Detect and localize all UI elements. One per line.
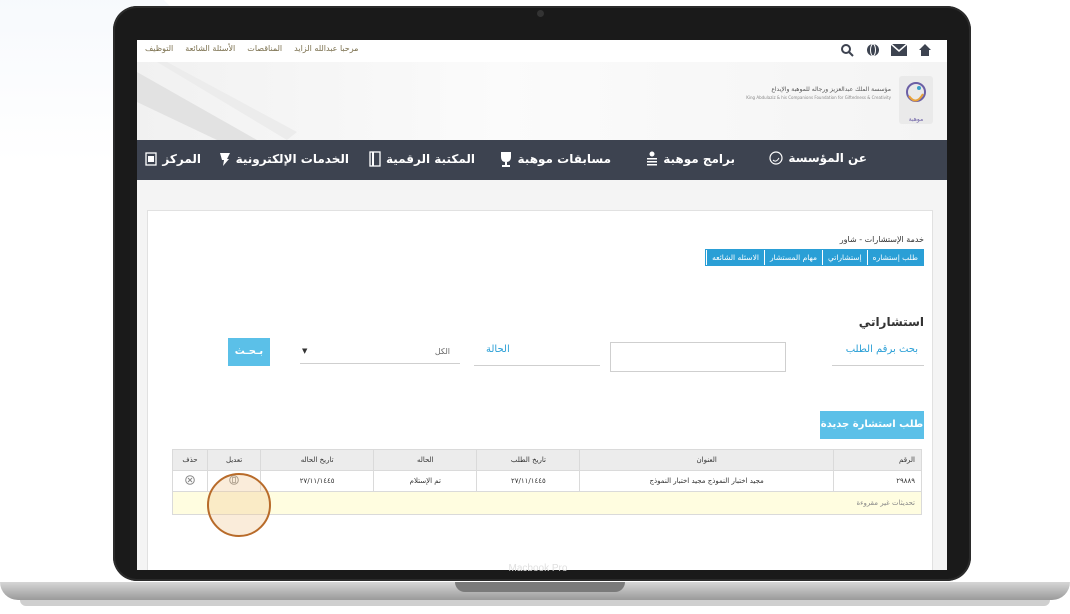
table-row: ٢٧/١١/١٤٤٥ تم الإستلام ٢٧/١١/١٤٤٥ مجيد ا… [171, 470, 923, 492]
jobs-link[interactable]: التوظيف [145, 44, 173, 53]
trophy-icon [500, 152, 511, 167]
org-name-en: King Abdulaziz & his Companions Foundati… [746, 95, 891, 100]
status-label: الحالة [486, 344, 510, 355]
search-button[interactable]: بـحـث [228, 338, 270, 366]
col-request-date: تاريخ الطلب [476, 449, 581, 471]
request-number-label: بحث برقم الطلب [845, 344, 918, 355]
service-tabs: طلب إستشاره إستشاراتي مهام المستشار الاس… [705, 249, 924, 266]
nav-item-label: المكتبة الرقمية [385, 152, 475, 166]
col-edit: تعديل [207, 449, 262, 471]
consultations-table: حذف تعديل تاريخ الحاله الحاله تاريخ الطل… [171, 449, 923, 515]
nav-item-label: برامج موهبة [663, 152, 735, 166]
table-header-row: حذف تعديل تاريخ الحاله الحاله تاريخ الطل… [171, 449, 923, 471]
status-cell: تم الإستلام [373, 470, 478, 492]
nav-item-center[interactable]: المركز [145, 151, 201, 167]
top-utility-bar: مرحبا عبدالله الزايد المناقصات الأسئلة ا… [137, 40, 947, 62]
org-name: مؤسسة الملك عبدالعزيز ورجاله للموهبة وال… [746, 86, 891, 100]
click-highlight-ring [207, 473, 271, 537]
nav-item-label: المركز [162, 152, 201, 166]
header-decoration [137, 62, 297, 140]
laptop-base [0, 570, 1070, 614]
request-number-input[interactable] [610, 342, 786, 372]
faq-link[interactable]: الأسئلة الشائعة [185, 44, 235, 53]
center-icon [145, 152, 158, 166]
foundation-icon [769, 151, 783, 165]
laptop-shadow [20, 600, 1050, 606]
programs-icon [647, 151, 658, 166]
nav-item-eservices[interactable]: الخدمات الإلكترونية [219, 151, 349, 167]
col-number: الرقم [832, 449, 923, 471]
col-title: العنوان [579, 449, 834, 471]
tab-consultant-tasks[interactable]: مهام المستشار [763, 250, 822, 265]
number-cell: ٢٩٨٨٩ [832, 470, 923, 492]
delete-cell [171, 470, 209, 492]
status-date-cell: ٢٧/١١/١٤٤٥ [260, 470, 375, 492]
service-title: خدمة الإستشارات - شاور [839, 235, 924, 244]
camera-icon [537, 10, 544, 17]
library-icon [369, 151, 381, 167]
new-consultation-button[interactable]: طلب استشارة جديدة [820, 411, 924, 439]
nav-item-label: الخدمات الإلكترونية [235, 152, 349, 166]
nav-item-library[interactable]: المكتبة الرقمية [369, 151, 475, 167]
col-status: الحاله [373, 449, 478, 471]
search-icon[interactable] [839, 42, 855, 58]
col-delete: حذف [171, 449, 209, 471]
tab-my-consultations[interactable]: إستشاراتي [821, 250, 867, 265]
org-name-ar: مؤسسة الملك عبدالعزيز ورجاله للموهبة وال… [771, 86, 891, 93]
status-selected-value: الكل [434, 347, 450, 356]
nav-item-programs[interactable]: برامج موهبة [646, 151, 735, 167]
unread-note: تحديثات غير مقروءة [172, 491, 922, 515]
top-links: مرحبا عبدالله الزايد المناقصات الأسئلة ا… [145, 44, 358, 53]
welcome-link[interactable]: مرحبا عبدالله الزايد [294, 44, 358, 53]
nav-item-label: عن المؤسسة [788, 151, 867, 165]
request-number-underline [832, 365, 924, 366]
globe-icon[interactable] [865, 42, 881, 58]
title-cell[interactable]: مجيد اختبار النموذج مجيد اختبار النموذج [579, 470, 834, 492]
nav-item-competitions[interactable]: مسابقات موهبة [499, 151, 611, 167]
logo-mark-icon [906, 82, 926, 102]
status-underline [474, 365, 600, 366]
site-header: موهبة مؤسسة الملك عبدالعزيز ورجاله للموه… [137, 62, 947, 140]
nav-item-label: مسابقات موهبة [517, 152, 611, 166]
request-date-cell: ٢٧/١١/١٤٤٥ [476, 470, 581, 492]
tab-request-consultation[interactable]: طلب إستشاره [866, 250, 923, 265]
tab-faq[interactable]: الاسئله الشائعه [706, 250, 764, 265]
laptop-notch [455, 582, 625, 592]
page-title: استشاراتي [858, 315, 924, 329]
main-nav: عن المؤسسة برامج موهبة مسابقات موهبة الم… [137, 140, 947, 180]
services-icon [219, 153, 230, 166]
top-icons [839, 42, 933, 58]
home-icon[interactable] [917, 42, 933, 58]
delete-icon[interactable] [185, 475, 195, 487]
chevron-down-icon: ▼ [302, 347, 308, 355]
tenders-link[interactable]: المناقصات [247, 44, 282, 53]
col-status-date: تاريخ الحاله [260, 449, 375, 471]
logo-caption: موهبة [908, 116, 924, 123]
logo[interactable]: موهبة [899, 76, 933, 124]
status-select[interactable]: الكل ▼ [300, 341, 460, 364]
mail-icon[interactable] [891, 42, 907, 58]
unread-note-row: تحديثات غير مقروءة [172, 491, 922, 515]
nav-item-foundation[interactable]: عن المؤسسة [769, 151, 867, 165]
